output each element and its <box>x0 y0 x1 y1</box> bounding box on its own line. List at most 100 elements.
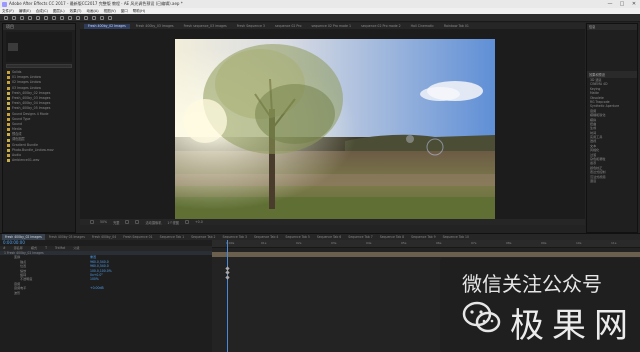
footage-icon <box>7 159 10 163</box>
text-tool-icon[interactable] <box>76 15 80 20</box>
menu-item[interactable]: 效果(T) <box>70 9 82 14</box>
hand-tool-icon[interactable] <box>20 15 24 20</box>
tools-toolbar <box>0 14 640 22</box>
viewer-tab[interactable]: sequence 02 Pro <box>271 24 306 29</box>
snapshot-icon[interactable] <box>90 220 94 224</box>
viewer-tab[interactable]: Hall Cinematic <box>407 24 438 29</box>
camera-tool-icon[interactable] <box>44 15 48 20</box>
shape-tool-icon[interactable] <box>60 15 64 20</box>
menu-item[interactable]: 动画(A) <box>86 9 98 14</box>
menu-item[interactable]: 视图(V) <box>104 9 116 14</box>
menu-item[interactable]: 文件(F) <box>2 9 14 14</box>
info-panel-body <box>587 32 637 72</box>
effect-category[interactable]: 通道 <box>587 179 637 183</box>
menu-item[interactable]: 图层(L) <box>53 9 65 14</box>
wechat-logo-icon <box>462 301 501 333</box>
ruler-tick-label: 11s <box>611 241 617 245</box>
property-name: 波形 <box>14 290 21 295</box>
eraser-tool-icon[interactable] <box>100 15 104 20</box>
folder-icon <box>7 154 10 158</box>
ruler-tick-label: 09s <box>541 241 547 245</box>
folder-icon <box>7 71 10 75</box>
menu-item[interactable]: 合成(C) <box>36 9 48 14</box>
viewer-tab[interactable]: Fresh 400by_03 Images <box>132 24 178 29</box>
camera-select[interactable]: 活动摄像机 <box>145 220 161 225</box>
ruler-tick-label: 05s <box>401 241 407 245</box>
folder-icon <box>7 143 10 147</box>
folder-icon <box>7 117 10 121</box>
resolution-select[interactable]: 完整 <box>113 220 119 225</box>
folder-icon <box>7 128 10 132</box>
viewer-tab[interactable]: sequence 02 Pro mode 2 <box>357 24 405 29</box>
window-title: Adobe After Effects CC 2017 - 最新版CC2017 … <box>9 1 183 6</box>
ruler-tick-label: 02s <box>296 241 302 245</box>
rotate-tool-icon[interactable] <box>36 15 40 20</box>
viewer-tab[interactable]: Rainbow Tab 01 <box>440 24 473 29</box>
time-ruler[interactable]: 0:00s 01s 02s 03s 04s 05s 06s 07s 08s 09s 10s 11s <box>212 240 640 248</box>
keyframe-icon[interactable] <box>225 270 230 275</box>
region-of-interest-icon[interactable] <box>125 220 130 224</box>
project-preview <box>6 32 72 62</box>
folder-icon <box>7 122 10 126</box>
title-bar: Adobe After Effects CC 2017 - 最新版CC2017 … <box>0 0 640 8</box>
folder-icon <box>7 76 10 80</box>
maximize-button[interactable]: □ <box>616 0 628 8</box>
clone-tool-icon[interactable] <box>92 15 96 20</box>
menu-item[interactable]: 帮助(H) <box>133 9 145 14</box>
zoom-level-select[interactable]: 50% <box>100 220 107 224</box>
ruler-tick-label: 07s <box>471 241 477 245</box>
transparency-grid-icon[interactable] <box>135 220 140 224</box>
zoom-tool-icon[interactable] <box>28 15 32 20</box>
info-panel-header[interactable]: 信息 <box>587 24 637 30</box>
footage-icon <box>7 107 10 111</box>
project-item-list: Solids 01 Images Lindow 02 Images Lindow 03… <box>3 70 75 163</box>
fast-previews-icon[interactable] <box>185 220 189 224</box>
footage-icon <box>7 138 10 142</box>
project-panel: 项目 Solids 01 Images Lindow 02 Images Lindo… <box>2 23 76 233</box>
close-button[interactable]: ✕ <box>628 0 640 8</box>
puppet-tool-icon[interactable] <box>108 15 112 20</box>
footage-icon <box>7 91 10 95</box>
pen-tool-icon[interactable] <box>68 15 72 20</box>
home-tool-icon[interactable] <box>4 15 8 20</box>
project-item-label: Ambience01.wav <box>12 158 40 163</box>
layer-duration-bar[interactable] <box>212 252 640 257</box>
ruler-tick-label: 01s <box>261 241 267 245</box>
timeline-layers-panel: 0:00:00:00 # 源名称 模式 T TrkMat 父级 1 Fresh 400by… <box>0 240 212 352</box>
footage-icon <box>7 102 10 106</box>
viewer-controls-bar: 50% 完整 活动摄像机 1个视图 +0.0 <box>80 219 585 225</box>
layer-rows: 1 Fresh 400by_02 Images 变换 重置 锚点 960.0,540.0… <box>0 251 212 295</box>
keyframe-icon[interactable] <box>225 275 230 280</box>
ruler-tick-label: 10s <box>576 241 582 245</box>
timeline-comp-tabs: Fresh 400by_02 Images Fresh 400by 03 Imag… <box>0 233 640 240</box>
menu-item[interactable]: 窗口 <box>121 9 128 14</box>
viewer-tab[interactable]: sequence 02 Pro mode 1 <box>307 24 355 29</box>
project-item[interactable]: Ambience01.wav <box>3 158 75 163</box>
footage-icon <box>7 97 10 101</box>
menu-item[interactable]: 编辑(E) <box>19 9 31 14</box>
viewer-tab[interactable]: Fresh Sequence 3 <box>233 24 269 29</box>
composition-frame-image[interactable] <box>175 39 495 219</box>
folder-icon <box>7 81 10 85</box>
minimize-button[interactable]: — <box>604 0 616 8</box>
view-layout-select[interactable]: 1个视图 <box>167 220 179 225</box>
project-search-input[interactable] <box>6 64 72 68</box>
ruler-tick-label: 08s <box>506 241 512 245</box>
composition-viewer[interactable] <box>80 29 585 219</box>
property-row[interactable]: 波形 <box>0 291 212 295</box>
viewer-tab[interactable]: Fresh sequence_03 images <box>180 24 231 29</box>
watermark-title: 微信关注公众号 <box>462 272 602 296</box>
window-controls: — □ ✕ <box>604 0 640 8</box>
viewer-tab[interactable]: Fresh 400by_02 Images <box>84 23 130 29</box>
effects-list: 3D 通道 CINEMA 4D Keying Matte Obsolete RG Trap… <box>587 78 637 183</box>
project-panel-header[interactable]: 项目 <box>3 24 75 30</box>
exposure-value[interactable]: +0.0 <box>195 220 203 224</box>
ruler-tick-label: 06s <box>436 241 442 245</box>
selection-tool-icon[interactable] <box>12 15 16 20</box>
brush-tool-icon[interactable] <box>84 15 88 20</box>
footage-icon <box>7 148 10 152</box>
pan-behind-tool-icon[interactable] <box>52 15 56 20</box>
ruler-tick-label: 04s <box>366 241 372 245</box>
playhead-indicator[interactable] <box>227 240 228 352</box>
landscape-tree-image <box>175 39 495 219</box>
